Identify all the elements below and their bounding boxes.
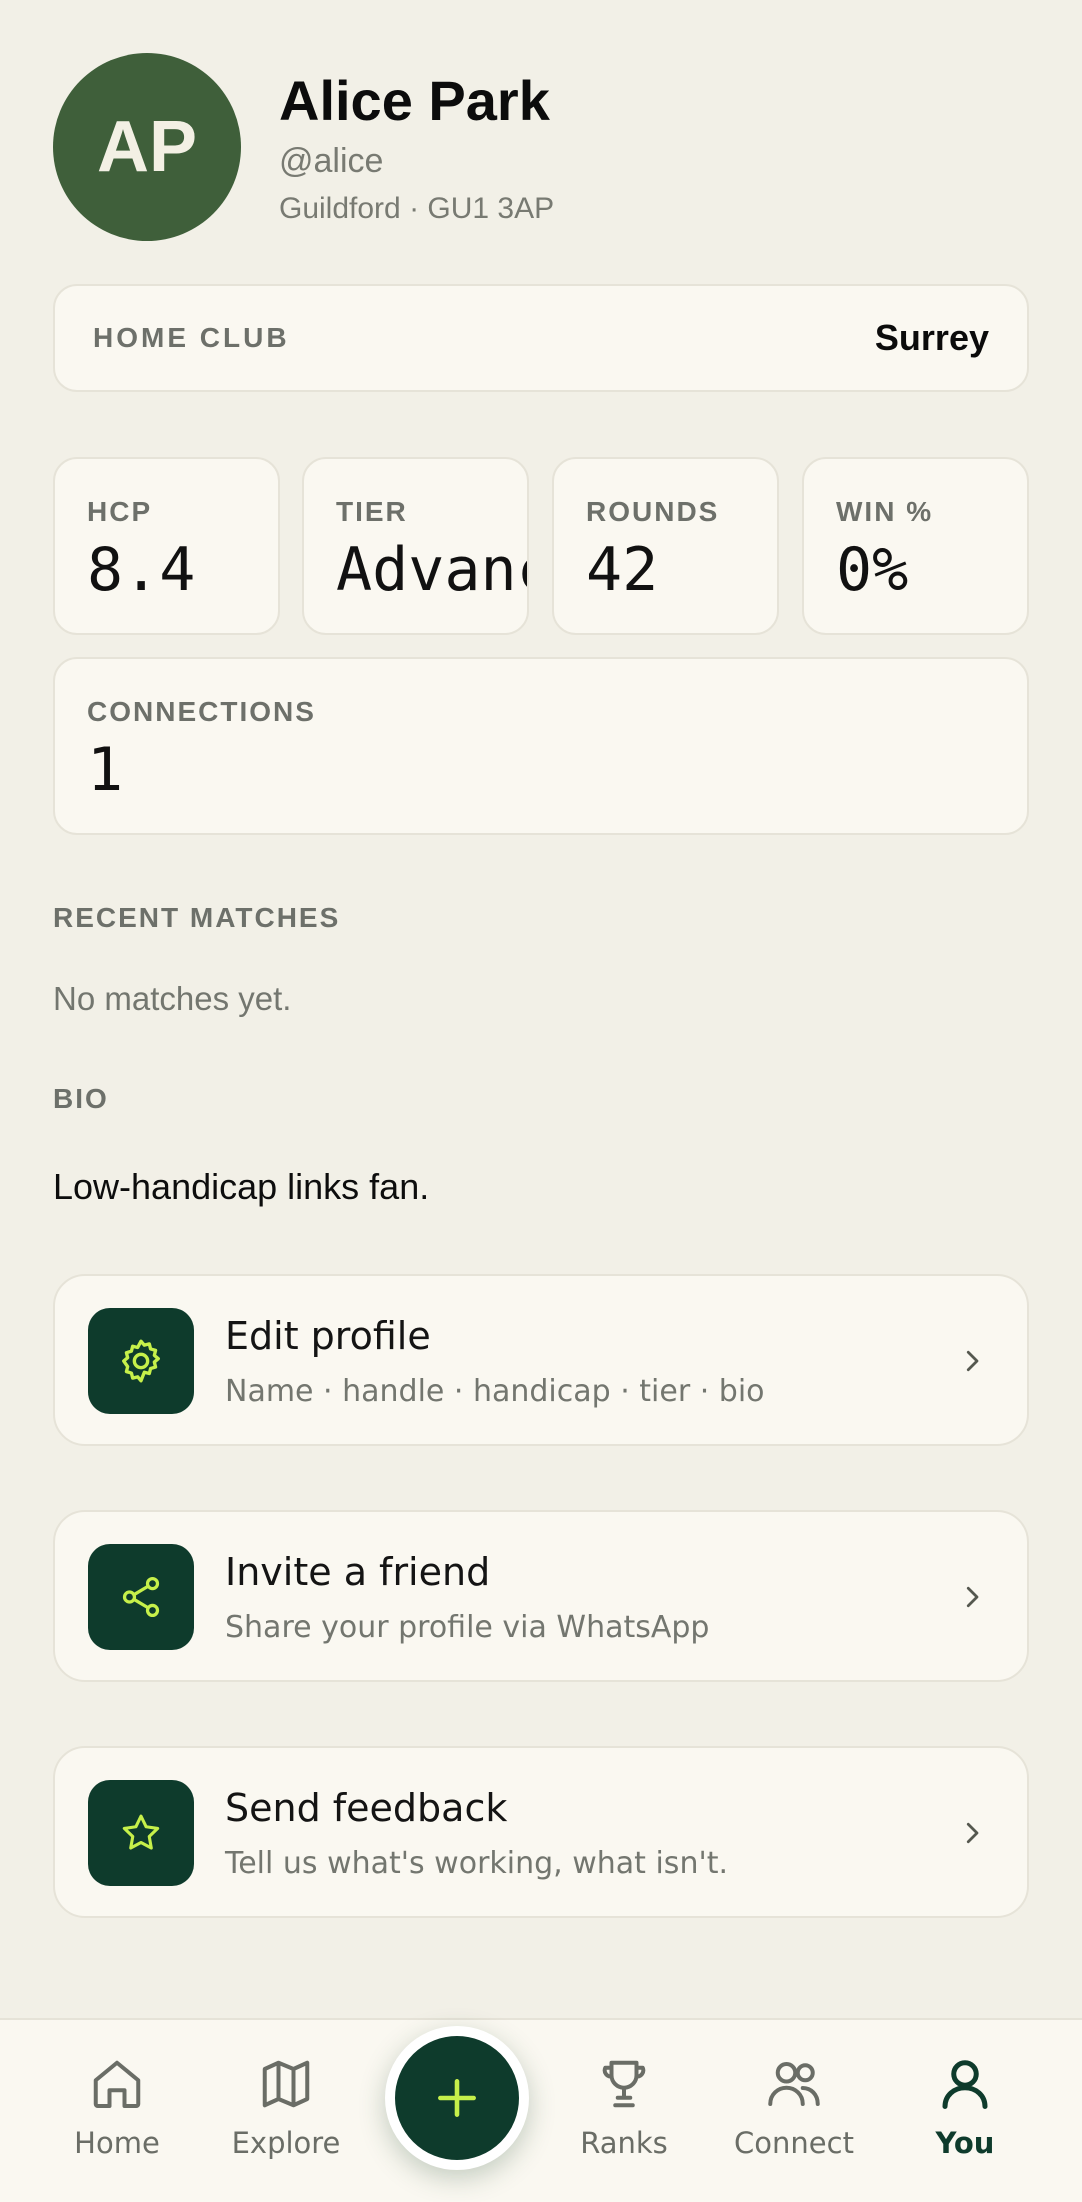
nav-label: Connect [734,2126,854,2160]
stat-card-rounds: ROUNDS 42 [552,457,779,635]
avatar: AP [53,53,241,241]
stat-value: 42 [586,535,659,605]
nav-label: You [935,2126,995,2160]
profile-location: Guildford · GU1 3AP [279,192,555,225]
nav-item-connect[interactable]: Connect [714,2054,874,2174]
profile-handle: @alice [279,142,384,180]
profile-screen: AP Alice Park @alice Guildford · GU1 3AP… [0,0,1082,2202]
nav-label: Ranks [580,2126,668,2160]
chevron-right-icon [966,1350,979,1372]
trophy-icon [602,2060,646,2108]
stat-label: HCP [87,496,153,527]
stat-label: TIER [336,496,408,527]
stat-card-win: WIN % 0% [802,457,1029,635]
stat-value: 8.4 [87,535,196,605]
nav-label: Explore [231,2126,341,2160]
stat-value: 0% [836,535,909,605]
connections-value: 1 [87,735,124,805]
home-club-value: Surrey [874,317,989,358]
action-title: Invite a friend [225,1550,491,1594]
bio-heading: BIO [53,1083,109,1114]
stat-card-hcp: HCP 8.4 [53,457,280,635]
user-icon [942,2060,988,2109]
home-club-label: HOME CLUB [93,322,290,353]
profile-name: Alice Park [279,69,550,132]
action-title: Send feedback [225,1786,508,1830]
nav-item-ranks[interactable]: Ranks [544,2054,704,2174]
add-button[interactable] [385,2026,529,2170]
share-icon [88,1544,194,1650]
recent-matches-empty: No matches yet. [53,980,292,1017]
star-icon [88,1780,194,1886]
edit-profile-button[interactable]: Edit profile Name · handle · handicap · … [53,1274,1029,1446]
plus-icon [438,2079,476,2117]
home-icon [93,2060,141,2108]
nav-label: Home [74,2126,160,2160]
connections-label: CONNECTIONS [87,696,316,727]
gear-icon [88,1308,194,1414]
stat-label: ROUNDS [586,496,720,527]
nav-item-you[interactable]: You [885,2054,1045,2174]
action-title: Edit profile [225,1314,431,1358]
users-icon [768,2062,820,2106]
stat-card-tier: TIER Advanced [302,457,529,635]
chevron-right-icon [966,1822,979,1844]
connections-card[interactable]: CONNECTIONS 1 [53,657,1029,835]
chevron-right-icon [966,1586,979,1608]
nav-item-explore[interactable]: Explore [206,2054,366,2174]
nav-item-home[interactable]: Home [37,2054,197,2174]
recent-matches-heading: RECENT MATCHES [53,902,341,933]
invite-friend-button[interactable]: Invite a friend Share your profile via W… [53,1510,1029,1682]
action-subtitle: Tell us what's working, what isn't. [225,1846,728,1881]
bio-text: Low-handicap links fan. [53,1166,430,1207]
stat-value: Advanced [336,535,527,605]
action-subtitle: Share your profile via WhatsApp [225,1610,710,1645]
home-club-card: HOME CLUB Surrey [53,284,1029,392]
action-subtitle: Name · handle · handicap · tier · bio [225,1374,765,1409]
stat-label: WIN % [836,496,934,527]
send-feedback-button[interactable]: Send feedback Tell us what's working, wh… [53,1746,1029,1918]
map-icon [262,2060,310,2108]
bottom-nav: Home Explore Ranks Connect You [0,2018,1082,2202]
